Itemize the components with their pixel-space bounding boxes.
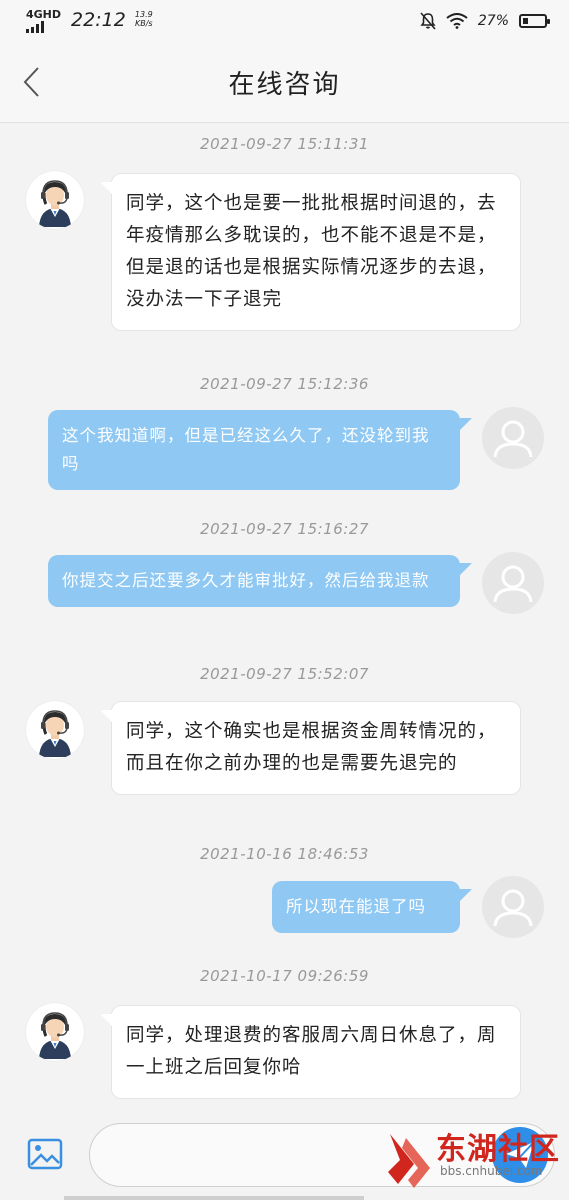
clock: 22:12 [71,9,126,31]
message-timestamp: 2021-09-27 15:12:36 [200,375,369,393]
status-left: 4GHD 22:12 13.9 KB/s [26,8,156,33]
agent-message-bubble: 同学，处理退费的客服周六周日休息了，周一上班之后回复你哈 [100,1005,521,1099]
mute-bell-icon [420,12,436,30]
network-type: 4GHD [26,8,62,21]
watermark-logo-icon [388,1134,430,1188]
message-timestamp: 2021-10-16 18:46:53 [200,845,369,863]
agent-avatar [26,1003,84,1061]
status-bar: 4GHD 22:12 13.9 KB/s 27% [0,0,569,42]
agent-avatar [26,171,84,229]
nav-header: 在线咨询 [0,42,569,123]
chat-area[interactable]: 2021-09-27 15:11:31 同学，这个也是要一批批根据时间退的，去年… [0,123,569,1113]
user-avatar [482,407,544,469]
message-timestamp: 2021-10-17 09:26:59 [200,967,369,985]
status-right: 27% [420,12,550,30]
speed-value: 13.9 [134,10,153,19]
image-icon [27,1138,63,1170]
customer-service-avatar [39,180,71,227]
customer-service-avatar [39,710,71,757]
message-timestamp: 2021-09-27 15:52:07 [200,665,369,683]
user-message-bubble: 这个我知道啊，但是已经这么久了，还没轮到我吗 [48,410,472,490]
speed-unit: KB/s [134,19,153,28]
user-message-bubble: 你提交之后还要多久才能审批好，然后给我退款 [48,555,472,607]
signal-icon [26,21,61,33]
site-watermark: 东湖社区 bbs.cnhubei.com [384,1118,569,1200]
battery-level [523,18,528,24]
message-text: 同学，这个确实也是根据资金周转情况的，而且在你之前办理的也是需要先退完的 [126,721,497,774]
image-button[interactable] [26,1135,64,1173]
message-text: 这个我知道啊，但是已经这么久了，还没轮到我吗 [62,426,430,473]
message-timestamp: 2021-09-27 15:16:27 [200,520,369,538]
page-title: 在线咨询 [228,70,341,100]
message-timestamp: 2021-09-27 15:11:31 [200,135,369,153]
wifi-icon [446,13,468,29]
default-user-avatar [493,565,533,603]
watermark-name: 东湖社区 [436,1132,560,1167]
user-message-bubble: 所以现在能退了吗 [272,881,472,933]
agent-avatar [26,701,84,759]
agent-message-bubble: 同学，这个也是要一批批根据时间退的，去年疫情那么多耽误的，也不能不退是不是，但是… [100,173,521,331]
user-avatar [482,552,544,614]
default-user-avatar [493,420,533,458]
message-text: 所以现在能退了吗 [286,897,426,916]
agent-message-bubble: 同学，这个确实也是根据资金周转情况的，而且在你之前办理的也是需要先退完的 [100,701,521,795]
battery-icon [519,14,550,28]
watermark-url: bbs.cnhubei.com [440,1164,543,1178]
user-avatar [482,876,544,938]
home-indicator [64,1196,364,1200]
message-text: 你提交之后还要多久才能审批好，然后给我退款 [62,571,430,590]
message-text: 同学，处理退费的客服周六周日休息了，周一上班之后回复你哈 [126,1025,497,1078]
battery-percent: 27% [477,13,509,29]
network-speed: 13.9 KB/s [132,10,156,28]
customer-service-avatar [39,1012,71,1059]
default-user-avatar [493,889,533,927]
message-text: 同学，这个也是要一批批根据时间退的，去年疫情那么多耽误的，也不能不退是不是，但是… [126,193,497,310]
